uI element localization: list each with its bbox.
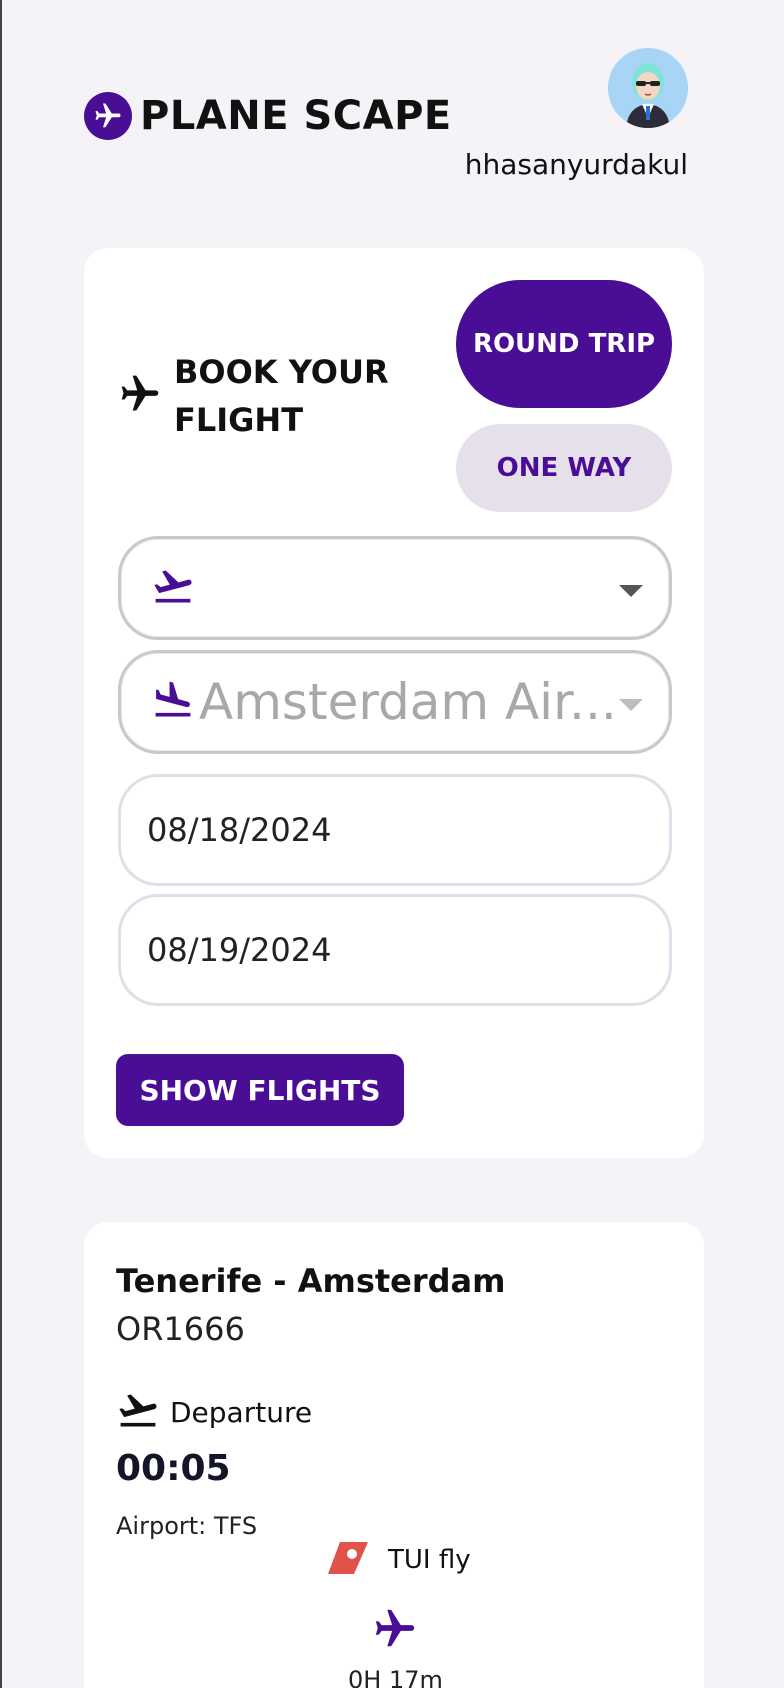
departure-date-field[interactable]: 08/18/2024 xyxy=(118,774,672,886)
departure-airport-select[interactable] xyxy=(118,536,672,640)
departure-row: Departure xyxy=(116,1388,312,1436)
plane-arrival-icon xyxy=(151,678,195,726)
booking-heading: BOOK YOUR FLIGHT xyxy=(118,348,404,444)
one-way-button[interactable]: ONE WAY xyxy=(456,424,672,512)
plane-departure-icon xyxy=(116,1388,160,1436)
arrival-airport-value: Amsterdam Air... xyxy=(199,673,617,731)
avatar[interactable] xyxy=(608,48,688,128)
flight-number: OR1666 xyxy=(116,1310,245,1348)
booking-card: BOOK YOUR FLIGHT ROUND TRIP ONE WAY Amst… xyxy=(84,248,704,1158)
round-trip-button[interactable]: ROUND TRIP xyxy=(456,280,672,408)
return-date-field[interactable]: 08/19/2024 xyxy=(118,894,672,1006)
brand-name: PLANE SCAPE xyxy=(140,93,452,139)
username-label: hhasanyurdakul xyxy=(464,148,688,181)
departure-label: Departure xyxy=(170,1395,313,1429)
airline: TUI fly xyxy=(328,1540,471,1580)
flight-route: Tenerife - Amsterdam xyxy=(116,1262,506,1300)
app-header: PLANE SCAPE hhasanyurdakul xyxy=(2,0,784,200)
booking-title: BOOK YOUR FLIGHT xyxy=(174,353,389,439)
flight-card[interactable]: Tenerife - Amsterdam OR1666 Departure 00… xyxy=(84,1222,704,1688)
show-flights-button[interactable]: SHOW FLIGHTS xyxy=(116,1054,404,1126)
flight-duration: 0H 17m xyxy=(348,1666,443,1688)
arrival-airport-select[interactable]: Amsterdam Air... xyxy=(118,650,672,754)
plane-icon xyxy=(118,372,162,420)
plane-departure-icon xyxy=(151,564,195,612)
plane-icon xyxy=(372,1606,418,1656)
caret-down-icon[interactable] xyxy=(619,585,643,597)
departure-airport: Airport: TFS xyxy=(116,1512,258,1540)
airline-tail-icon xyxy=(328,1540,368,1580)
departure-time: 00:05 xyxy=(116,1448,231,1489)
airline-name: TUI fly xyxy=(388,1545,471,1575)
brand-logo[interactable]: PLANE SCAPE xyxy=(84,92,452,140)
caret-down-icon[interactable] xyxy=(619,699,643,711)
plane-circle-icon xyxy=(84,92,132,140)
